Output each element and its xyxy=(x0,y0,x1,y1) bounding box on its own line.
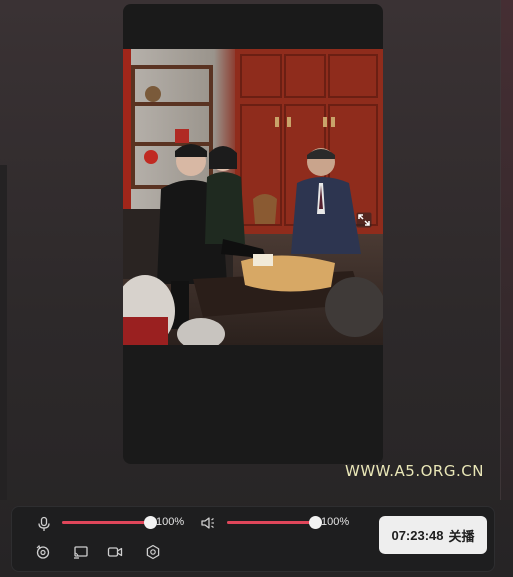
microphone-icon[interactable] xyxy=(36,516,52,532)
mic-volume-label: 100% xyxy=(156,516,185,528)
mic-slider-fill xyxy=(62,521,150,524)
end-live-button[interactable]: 07:23:48 关播 xyxy=(379,516,487,554)
speaker-slider-fill xyxy=(227,521,315,524)
camera-rotate-icon[interactable] xyxy=(35,544,51,560)
live-duration: 07:23:48 xyxy=(391,527,444,543)
watermark-text: WWW.A5.ORG.CN xyxy=(345,462,484,480)
live-stream-console: WWW.A5.ORG.CN 100% 100% 07:23:48 关播 xyxy=(0,0,513,577)
end-live-label: 关播 xyxy=(448,528,475,544)
screen-share-icon[interactable] xyxy=(73,544,89,560)
right-panel-edge xyxy=(500,0,513,500)
video-frame-scene xyxy=(123,49,383,345)
left-panel-edge xyxy=(0,165,7,500)
stream-video[interactable] xyxy=(123,49,383,345)
mic-volume-slider[interactable] xyxy=(62,516,157,529)
speaker-volume-icon[interactable] xyxy=(200,515,216,531)
stream-preview-frame xyxy=(123,4,383,464)
fullscreen-expand-icon[interactable] xyxy=(356,212,372,228)
stream-control-bar: 100% 100% 07:23:48 关播 xyxy=(11,506,495,572)
video-camera-icon[interactable] xyxy=(107,544,123,560)
settings-gear-icon[interactable] xyxy=(145,544,161,560)
speaker-volume-label: 100% xyxy=(321,516,350,528)
speaker-volume-slider[interactable] xyxy=(227,516,322,529)
